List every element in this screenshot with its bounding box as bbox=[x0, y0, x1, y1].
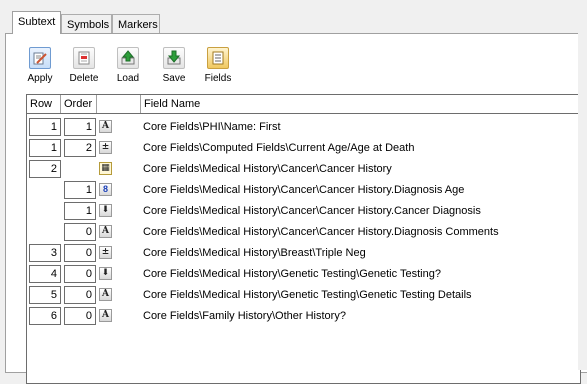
row-number-input[interactable]: 2 bbox=[29, 160, 61, 178]
tab-symbols[interactable]: Symbols bbox=[61, 14, 112, 34]
fields-label: Fields bbox=[204, 73, 232, 84]
field-name: Core Fields\Medical History\Genetic Test… bbox=[143, 268, 441, 280]
order-number-input[interactable]: 0 bbox=[64, 244, 96, 262]
field-name: Core Fields\PHI\Name: First bbox=[143, 121, 281, 133]
computed-type-icon: ± bbox=[99, 246, 112, 259]
field-name: Core Fields\Medical History\Cancer\Cance… bbox=[143, 226, 499, 238]
order-number-input[interactable]: 1 bbox=[64, 118, 96, 136]
table-row[interactable]: 1 8 Core Fields\Medical History\Cancer\Can… bbox=[27, 181, 580, 202]
text-type-icon: A bbox=[99, 120, 112, 133]
column-header-field-name[interactable]: Field Name bbox=[141, 95, 582, 113]
apply-icon bbox=[29, 47, 51, 69]
apply-label: Apply bbox=[27, 73, 53, 84]
field-name: Core Fields\Family History\Other History… bbox=[143, 310, 346, 322]
delete-icon bbox=[73, 47, 95, 69]
load-button[interactable]: Load bbox=[108, 47, 148, 84]
load-label: Load bbox=[116, 73, 140, 84]
table-row[interactable]: 3 0 ± Core Fields\Medical History\Breast\Tr… bbox=[27, 244, 580, 265]
field-name: Core Fields\Medical History\Cancer\Cance… bbox=[143, 205, 481, 217]
toolbar: Apply Delete Load Save Fields bbox=[6, 34, 587, 94]
table-row[interactable]: 2 ▦ Core Fields\Medical History\Cancer\Can… bbox=[27, 160, 580, 181]
table-row[interactable]: 1 1 A Core Fields\PHI\Name: First bbox=[27, 118, 580, 139]
grid-type-icon: ▦ bbox=[99, 162, 112, 175]
field-name: Core Fields\Medical History\Cancer\Cance… bbox=[143, 163, 392, 175]
text-type-icon: A bbox=[99, 288, 112, 301]
column-header-row[interactable]: Row bbox=[27, 95, 61, 113]
order-number-input[interactable]: 2 bbox=[64, 139, 96, 157]
order-number-input[interactable]: 0 bbox=[64, 307, 96, 325]
table-row[interactable]: 6 0 A Core Fields\Family History\Other Hist… bbox=[27, 307, 580, 328]
row-number-input[interactable]: 5 bbox=[29, 286, 61, 304]
load-icon bbox=[117, 47, 139, 69]
row-number-input[interactable]: 3 bbox=[29, 244, 61, 262]
save-button[interactable]: Save bbox=[154, 47, 194, 84]
number-type-icon: 8 bbox=[99, 183, 112, 196]
text-type-icon: A bbox=[99, 225, 112, 238]
order-number-input[interactable]: 1 bbox=[64, 202, 96, 220]
table-row[interactable]: 4 0 ⬇ Core Fields\Medical History\Genetic T… bbox=[27, 265, 580, 286]
window-edge bbox=[578, 33, 587, 370]
column-header-order[interactable]: Order bbox=[61, 95, 97, 113]
text-type-icon: A bbox=[99, 309, 112, 322]
table-row[interactable]: 1 ⬇ Core Fields\Medical History\Cancer\Can… bbox=[27, 202, 580, 223]
field-name: Core Fields\Computed Fields\Current Age/… bbox=[143, 142, 415, 154]
subtext-panel: Apply Delete Load Save Fields Row Order … bbox=[5, 33, 587, 384]
delete-button[interactable]: Delete bbox=[64, 47, 104, 84]
save-label: Save bbox=[162, 73, 186, 84]
row-number-input[interactable]: 1 bbox=[29, 118, 61, 136]
fields-grid: Row Order Field Name 1 1 A Core Fields\PHI\… bbox=[26, 94, 581, 384]
column-header-type[interactable] bbox=[97, 95, 141, 113]
delete-label: Delete bbox=[69, 73, 99, 84]
computed-type-icon: ± bbox=[99, 141, 112, 154]
order-number-input[interactable]: 0 bbox=[64, 223, 96, 241]
fields-icon bbox=[207, 47, 229, 69]
field-name: Core Fields\Medical History\Cancer\Cance… bbox=[143, 184, 465, 196]
tab-strip: Subtext Symbols Markers bbox=[0, 0, 587, 34]
field-name: Core Fields\Medical History\Breast\Tripl… bbox=[143, 247, 366, 259]
row-number-input[interactable]: 4 bbox=[29, 265, 61, 283]
grid-header: Row Order Field Name bbox=[27, 95, 580, 114]
table-row[interactable]: 1 2 ± Core Fields\Computed Fields\Current A… bbox=[27, 139, 580, 160]
tab-markers[interactable]: Markers bbox=[112, 14, 160, 34]
order-number-input[interactable]: 0 bbox=[64, 286, 96, 304]
row-number-input[interactable]: 1 bbox=[29, 139, 61, 157]
apply-button[interactable]: Apply bbox=[20, 47, 60, 84]
row-number-input[interactable]: 6 bbox=[29, 307, 61, 325]
dropdown-type-icon: ⬇ bbox=[99, 204, 112, 217]
table-row[interactable]: 5 0 A Core Fields\Medical History\Genetic T… bbox=[27, 286, 580, 307]
order-number-input[interactable]: 1 bbox=[64, 181, 96, 199]
tab-subtext[interactable]: Subtext bbox=[12, 11, 61, 34]
save-icon bbox=[163, 47, 185, 69]
field-name: Core Fields\Medical History\Genetic Test… bbox=[143, 289, 472, 301]
fields-button[interactable]: Fields bbox=[198, 47, 238, 84]
order-number-input[interactable]: 0 bbox=[64, 265, 96, 283]
dropdown-type-icon: ⬇ bbox=[99, 267, 112, 280]
table-row[interactable]: 0 A Core Fields\Medical History\Cancer\Can… bbox=[27, 223, 580, 244]
